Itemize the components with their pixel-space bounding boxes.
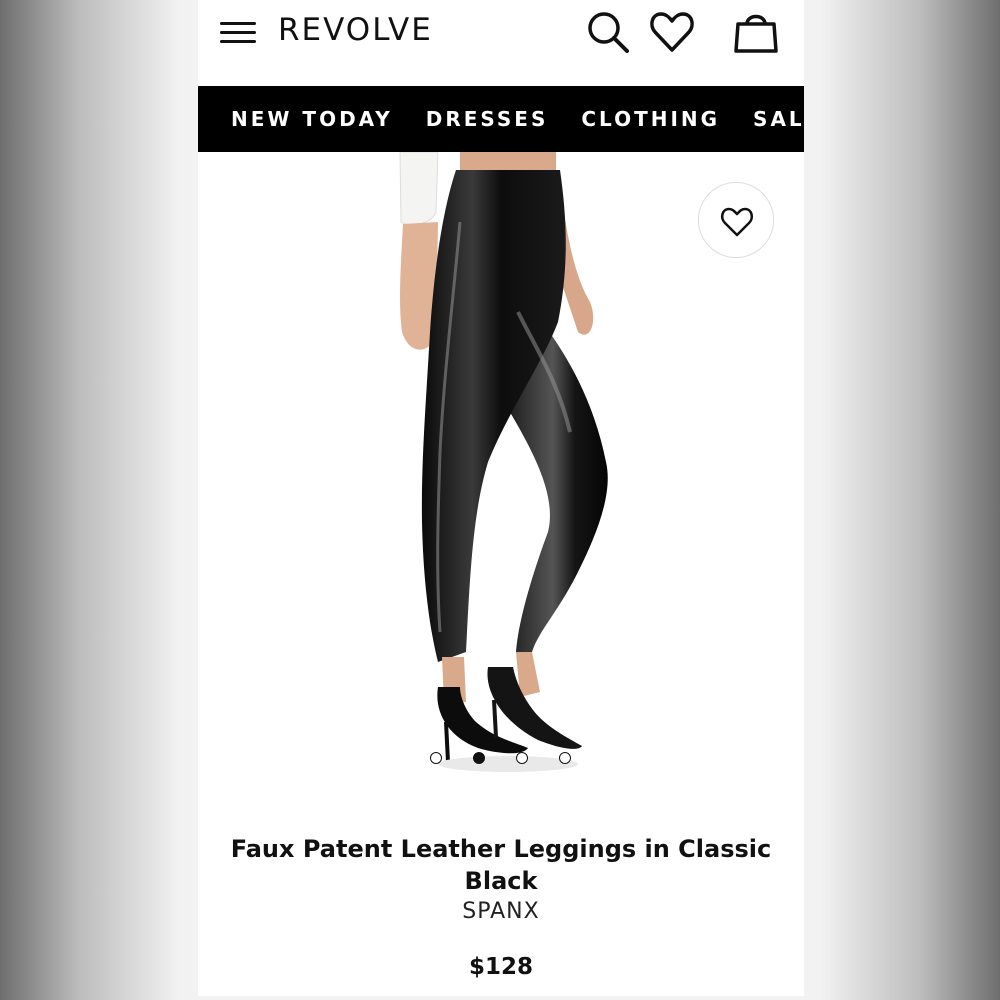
- carousel-dot-1[interactable]: [430, 752, 442, 764]
- carousel-dot-2[interactable]: [473, 752, 485, 764]
- wishlist-button[interactable]: [698, 182, 774, 258]
- nav-new-today[interactable]: NEW TODAY: [231, 107, 393, 131]
- shopping-bag-icon[interactable]: [732, 8, 780, 56]
- search-icon[interactable]: [584, 8, 632, 56]
- carousel-dot-3[interactable]: [516, 752, 528, 764]
- category-nav: NEW TODAY DRESSES CLOTHING SALE: [198, 86, 804, 152]
- carousel-dot-4[interactable]: [559, 752, 571, 764]
- product-price: $128: [468, 954, 533, 980]
- nav-dresses[interactable]: DRESSES: [426, 107, 549, 131]
- heart-icon[interactable]: [648, 8, 696, 56]
- product-title: Faux Patent Leather Leggings in Classic …: [230, 835, 772, 895]
- mobile-page: REVOLVE NEW TODAY DRESSES CLOTHING SALE: [198, 0, 804, 996]
- nav-clothing[interactable]: CLOTHING: [581, 107, 720, 131]
- nav-sale[interactable]: SALE: [753, 107, 804, 131]
- site-logo[interactable]: REVOLVE: [278, 12, 433, 48]
- product-brand[interactable]: SPANX: [198, 899, 804, 924]
- top-header: REVOLVE: [198, 0, 804, 86]
- menu-icon[interactable]: [220, 20, 258, 46]
- heart-outline-icon: [720, 207, 754, 237]
